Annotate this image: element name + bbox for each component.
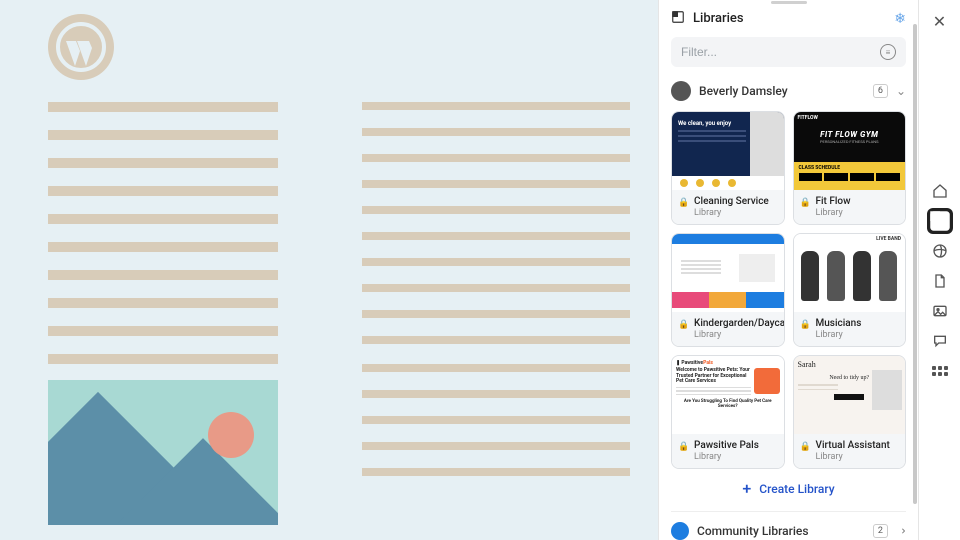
create-library-button[interactable]: + Create Library — [671, 469, 906, 511]
library-title: Musicians — [816, 318, 862, 330]
file-icon[interactable] — [932, 273, 948, 289]
filter-input[interactable] — [681, 45, 880, 59]
libraries-rail-icon[interactable] — [927, 208, 953, 234]
lock-icon: 🔒 — [678, 442, 688, 452]
library-title: Virtual Assistant — [816, 440, 890, 452]
libraries-panel: Libraries ❄ ≡ Beverly Damsley 6 ⌄ We cle… — [658, 0, 918, 540]
snowflake-icon[interactable]: ❄ — [894, 11, 906, 27]
close-icon[interactable]: ✕ — [933, 12, 946, 31]
library-card-fitflow[interactable]: FITFLOW FIT FLOW GYM PERSONALIZED FITNES… — [793, 111, 907, 225]
lock-icon: 🔒 — [800, 198, 810, 208]
side-rail: ✕ — [918, 0, 960, 540]
library-sublabel: Library — [816, 452, 890, 462]
wireframe-right-column — [362, 102, 630, 525]
library-sublabel: Library — [694, 452, 759, 462]
create-library-label: Create Library — [759, 482, 834, 496]
library-sublabel: Library — [816, 330, 862, 340]
library-thumb — [672, 234, 784, 312]
library-thumb: FITFLOW FIT FLOW GYM PERSONALIZED FITNES… — [794, 112, 906, 190]
library-count-badge: 6 — [873, 84, 888, 98]
comment-icon[interactable] — [932, 333, 948, 349]
library-owner-row[interactable]: Beverly Damsley 6 ⌄ — [671, 81, 906, 101]
chevron-right-icon[interactable]: ⌄ — [894, 526, 908, 536]
libraries-icon — [671, 10, 685, 27]
wordpress-logo — [48, 14, 114, 80]
editor-canvas — [0, 0, 658, 540]
scrollbar[interactable] — [913, 24, 917, 504]
lock-icon: 🔒 — [678, 320, 688, 330]
library-title: Fit Flow — [816, 196, 851, 208]
image-icon[interactable] — [932, 303, 948, 319]
lock-icon: 🔒 — [800, 320, 810, 330]
image-placeholder — [48, 380, 278, 525]
library-sublabel: Library — [816, 208, 851, 218]
lock-icon: 🔒 — [678, 198, 688, 208]
library-card-va[interactable]: Sarah Need to tidy up? 🔒 Virtual Assista… — [793, 355, 907, 469]
panel-title: Libraries — [693, 11, 886, 26]
library-sublabel: Library — [694, 330, 785, 340]
library-title: Kindergarden/Daycare — [694, 318, 785, 330]
library-thumb: ❚ PawsitivePals Welcome to Pawsitive Pet… — [672, 356, 784, 434]
filter-options-icon[interactable]: ≡ — [880, 44, 896, 60]
community-libraries-row[interactable]: Community Libraries 2 ⌄ — [671, 511, 906, 540]
library-thumb: We clean, you enjoy — [672, 112, 784, 190]
library-card-cleaning[interactable]: We clean, you enjoy 🔒 Cleaning Service L… — [671, 111, 785, 225]
library-card-kindergarden[interactable]: 🔒 Kindergarden/Daycare Library — [671, 233, 785, 347]
library-card-pawsitive[interactable]: ❚ PawsitivePals Welcome to Pawsitive Pet… — [671, 355, 785, 469]
lock-icon: 🔒 — [800, 442, 810, 452]
home-icon[interactable] — [932, 183, 948, 199]
community-icon — [671, 522, 689, 540]
apps-icon[interactable] — [932, 366, 948, 376]
library-sublabel: Library — [694, 208, 769, 218]
library-card-musicians[interactable]: LIVE BAND 🔒 Musicians Library — [793, 233, 907, 347]
library-thumb: Sarah Need to tidy up? — [794, 356, 906, 434]
library-title: Pawsitive Pals — [694, 440, 759, 452]
aperture-icon[interactable] — [932, 243, 948, 259]
wireframe-left-column — [48, 102, 278, 525]
filter-field[interactable]: ≡ — [671, 37, 906, 67]
library-thumb: LIVE BAND — [794, 234, 906, 312]
owner-name: Beverly Damsley — [699, 84, 865, 98]
plus-icon: + — [742, 481, 751, 497]
chevron-down-icon[interactable]: ⌄ — [896, 84, 906, 98]
library-title: Cleaning Service — [694, 196, 769, 208]
community-label: Community Libraries — [697, 524, 865, 538]
community-count-badge: 2 — [873, 524, 888, 538]
avatar — [671, 81, 691, 101]
